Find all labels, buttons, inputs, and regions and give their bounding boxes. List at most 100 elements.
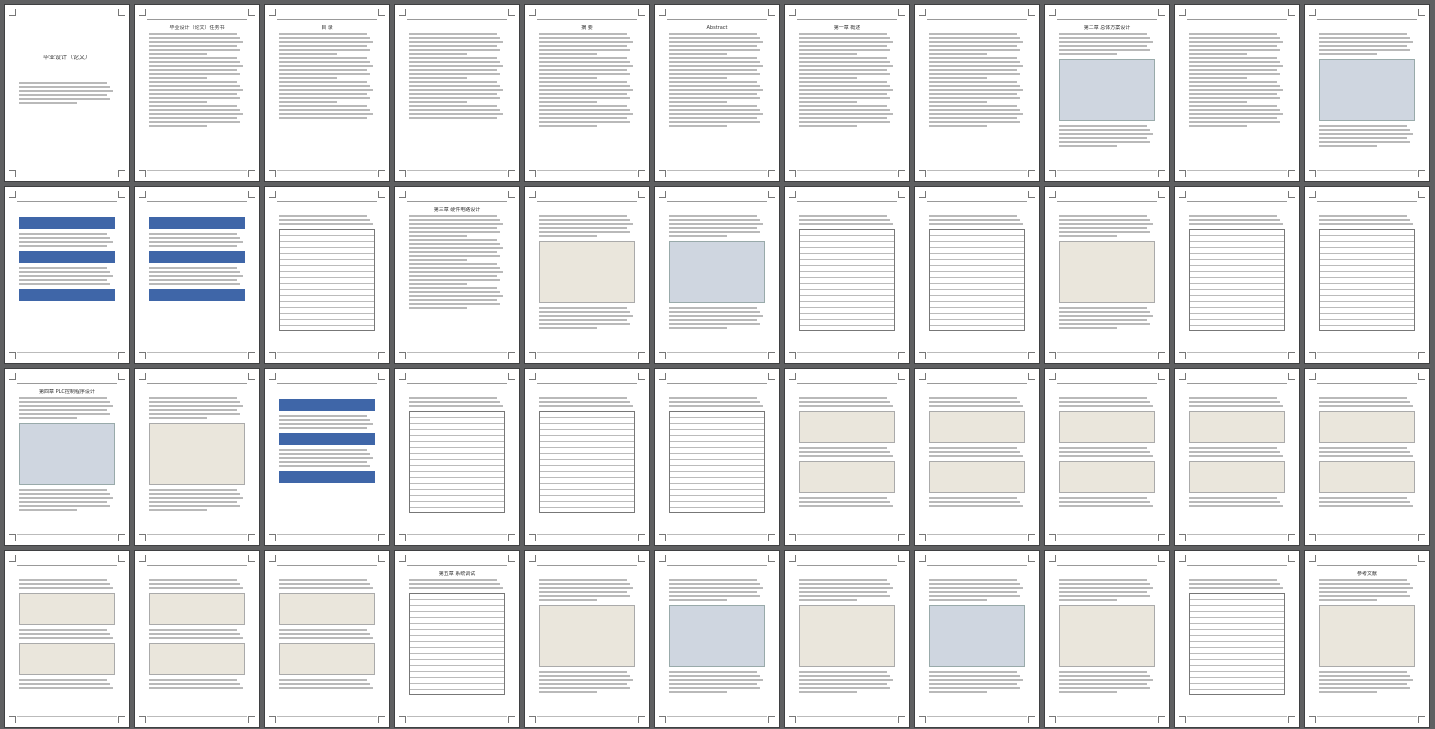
crop-mark — [638, 555, 645, 562]
text-line — [929, 595, 1021, 597]
page-thumbnail[interactable] — [1045, 369, 1169, 545]
page-thumbnail[interactable] — [265, 369, 389, 545]
crop-mark — [508, 352, 515, 359]
page-thumbnail[interactable]: 毕业设计（论文）任务书 — [135, 5, 259, 181]
page-header-rule — [407, 565, 507, 566]
text-line — [799, 691, 857, 693]
page-header-rule — [1187, 201, 1287, 202]
crop-mark — [1028, 9, 1035, 16]
page-thumbnail[interactable]: 第五章 系统调试 — [395, 551, 519, 727]
text-line — [409, 307, 467, 309]
text-line — [149, 489, 238, 491]
page-thumbnail[interactable] — [915, 5, 1039, 181]
page-thumbnail[interactable] — [1305, 5, 1429, 181]
page-body — [1059, 395, 1155, 529]
text-line — [799, 81, 888, 83]
text-line — [19, 275, 114, 277]
page-thumbnail[interactable] — [655, 551, 779, 727]
text-line — [19, 583, 111, 585]
text-line — [19, 245, 108, 247]
table-row — [670, 502, 764, 508]
text-line — [409, 223, 504, 225]
text-line — [1189, 49, 1281, 51]
text-line — [669, 595, 761, 597]
page-thumbnail[interactable]: 第二章 总体方案设计 — [1045, 5, 1169, 181]
page-thumbnail[interactable] — [1305, 187, 1429, 363]
text-line — [149, 509, 207, 511]
text-line — [1189, 73, 1281, 75]
page-thumbnail[interactable] — [915, 551, 1039, 727]
crop-mark — [118, 170, 125, 177]
page-thumbnail[interactable] — [1175, 187, 1299, 363]
page-thumbnail[interactable] — [525, 187, 649, 363]
text-line — [539, 591, 628, 593]
text-line — [1189, 53, 1247, 55]
ladder-diagram — [799, 461, 895, 493]
page-thumbnail[interactable] — [265, 551, 389, 727]
page-thumbnail[interactable] — [785, 369, 909, 545]
page-thumbnail[interactable] — [1045, 187, 1169, 363]
page-thumbnail[interactable] — [1175, 5, 1299, 181]
page-thumbnail[interactable] — [525, 369, 649, 545]
text-line — [1059, 133, 1154, 135]
text-line — [1059, 215, 1148, 217]
text-line — [279, 89, 374, 91]
text-line — [409, 267, 501, 269]
text-line — [539, 93, 628, 95]
flowchart-node — [19, 251, 115, 263]
text-line — [669, 235, 727, 237]
crop-mark — [9, 9, 16, 16]
page-thumbnail[interactable]: Abstract — [655, 5, 779, 181]
page-thumbnail[interactable] — [135, 369, 259, 545]
page-thumbnail[interactable]: 目 录 — [265, 5, 389, 181]
text-line — [279, 465, 371, 467]
text-line — [929, 591, 1018, 593]
text-line — [799, 583, 891, 585]
text-line — [149, 397, 238, 399]
page-thumbnail[interactable] — [655, 369, 779, 545]
page-thumbnail[interactable] — [265, 187, 389, 363]
page-thumbnail[interactable] — [135, 187, 259, 363]
page-thumbnail[interactable] — [135, 551, 259, 727]
text-line — [539, 679, 634, 681]
text-line — [149, 501, 238, 503]
text-line — [799, 587, 894, 589]
crop-mark — [1309, 170, 1316, 177]
page-thumbnail[interactable]: 第三章 硬件电路设计 — [395, 187, 519, 363]
page-thumbnail[interactable] — [915, 187, 1039, 363]
crop-mark — [118, 555, 125, 562]
page-thumbnail[interactable] — [785, 551, 909, 727]
page-thumbnail[interactable] — [1175, 551, 1299, 727]
text-line — [149, 73, 241, 75]
page-thumbnail[interactable] — [395, 369, 519, 545]
text-line — [669, 599, 727, 601]
page-thumbnail[interactable] — [1305, 369, 1429, 545]
page-thumbnail[interactable]: 第一章 概述 — [785, 5, 909, 181]
page-thumbnail[interactable] — [785, 187, 909, 363]
page-thumbnail[interactable] — [395, 5, 519, 181]
figure-image — [539, 605, 635, 667]
page-thumbnail[interactable] — [915, 369, 1039, 545]
page-thumbnail[interactable]: 摘 要 — [525, 5, 649, 181]
text-line — [409, 113, 504, 115]
ladder-diagram — [929, 461, 1025, 493]
page-thumbnail[interactable] — [5, 551, 129, 727]
text-line — [409, 271, 504, 273]
text-line — [149, 633, 241, 635]
page-thumbnail[interactable]: 第四章 PLC控制程序设计 — [5, 369, 129, 545]
page-thumbnail[interactable]: 毕业设计（论文） — [5, 5, 129, 181]
text-line — [149, 117, 238, 119]
text-line — [669, 671, 758, 673]
page-thumbnail[interactable] — [655, 187, 779, 363]
text-line — [539, 397, 628, 399]
page-thumbnail[interactable] — [1045, 551, 1169, 727]
text-line — [1189, 125, 1247, 127]
page-thumbnail[interactable] — [1175, 369, 1299, 545]
text-line — [929, 69, 1018, 71]
page-thumbnail[interactable] — [525, 551, 649, 727]
text-line — [929, 81, 1018, 83]
page-header-rule — [667, 383, 767, 384]
page-thumbnail[interactable] — [5, 187, 129, 363]
page-body — [149, 213, 245, 347]
page-thumbnail[interactable]: 参考文献 — [1305, 551, 1429, 727]
